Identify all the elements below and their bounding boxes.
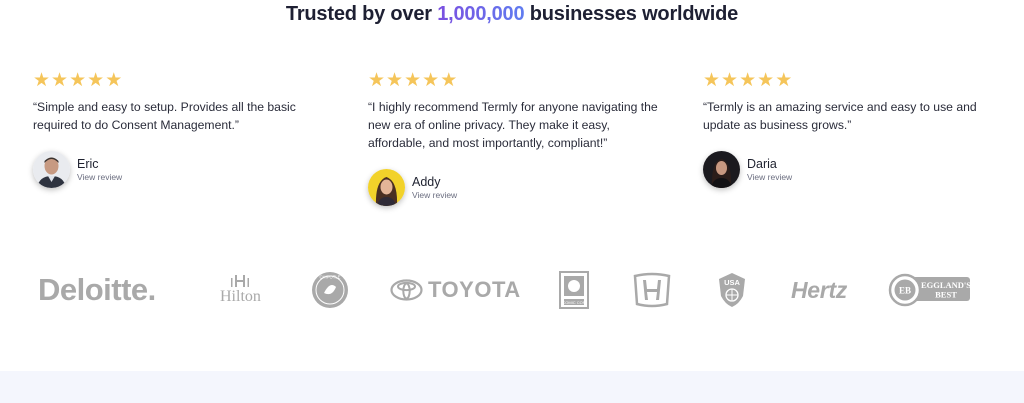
star-rating: ★ ★ ★ ★ ★ — [33, 70, 333, 90]
usa-basketball-logo: USA — [716, 266, 748, 314]
chipotle-logo: CHIPOTLE — [311, 266, 349, 314]
review-author: Addy View review — [368, 169, 668, 206]
star-icon: ★ — [422, 69, 440, 91]
star-icon: ★ — [33, 69, 51, 91]
star-icon: ★ — [87, 69, 105, 91]
svg-text:EB: EB — [899, 286, 911, 296]
honda-logo — [631, 266, 673, 314]
toyota-logo: TOYOTA — [390, 266, 521, 314]
view-review-link[interactable]: View review — [412, 190, 457, 201]
egglands-line2: BEST — [935, 290, 957, 300]
star-icon: ★ — [775, 69, 793, 91]
star-icon: ★ — [386, 69, 404, 91]
author-name: Eric — [77, 156, 99, 171]
hilton-logo: Hilton — [220, 266, 261, 314]
author-name: Addy — [412, 174, 441, 189]
toyota-wordmark: TOYOTA — [428, 277, 521, 302]
avatar — [33, 151, 70, 188]
star-icon: ★ — [368, 69, 386, 91]
review-author: Daria View review — [703, 151, 1003, 188]
egglands-line1: EGGLAND'S — [921, 280, 971, 290]
review-quote: “I highly recommend Termly for anyone na… — [368, 100, 658, 150]
star-rating: ★ ★ ★ ★ ★ — [368, 70, 668, 90]
customer-logos: Deloitte. Hilton CHIPOTLE TOYOTA COMIC C… — [0, 266, 1024, 314]
next-section-band — [0, 371, 1024, 403]
review-card-daria: ★ ★ ★ ★ ★ “Termly is an amazing service … — [703, 70, 1003, 188]
review-quote: “Termly is an amazing service and easy t… — [703, 100, 977, 132]
hilton-h-icon — [231, 275, 250, 287]
egglands-best-logo: EB EGGLAND'S BEST — [888, 266, 972, 314]
review-author: Eric View review — [33, 151, 333, 188]
star-icon: ★ — [51, 69, 69, 91]
view-review-link[interactable]: View review — [747, 172, 792, 183]
star-icon: ★ — [105, 69, 123, 91]
comic-con-text: COMIC CON — [562, 300, 585, 305]
star-icon: ★ — [703, 69, 721, 91]
usa-text: USA — [724, 278, 740, 287]
hilton-wordmark: Hilton — [220, 288, 261, 305]
reviews-section: ★ ★ ★ ★ ★ “Simple and easy to setup. Pro… — [0, 0, 1024, 230]
review-card-addy: ★ ★ ★ ★ ★ “I highly recommend Termly for… — [368, 70, 668, 206]
review-quote: “Simple and easy to setup. Provides all … — [33, 100, 296, 132]
honda-h-icon — [633, 272, 671, 308]
star-icon: ★ — [739, 69, 757, 91]
hertz-logo: Hertz — [791, 276, 848, 303]
deloitte-logo: Deloitte. — [38, 272, 156, 307]
chipotle-text: CHIPOTLE — [320, 275, 341, 280]
star-icon: ★ — [69, 69, 87, 91]
review-card-eric: ★ ★ ★ ★ ★ “Simple and easy to setup. Pro… — [33, 70, 333, 188]
star-icon: ★ — [440, 69, 458, 91]
star-icon: ★ — [757, 69, 775, 91]
avatar — [368, 169, 405, 206]
star-rating: ★ ★ ★ ★ ★ — [703, 70, 1003, 90]
toyota-emblem-icon — [390, 279, 423, 301]
author-name: Daria — [747, 156, 777, 171]
star-icon: ★ — [404, 69, 422, 91]
comic-con-logo: COMIC CON — [558, 266, 590, 314]
view-review-link[interactable]: View review — [77, 172, 122, 183]
star-icon: ★ — [721, 69, 739, 91]
avatar — [703, 151, 740, 188]
